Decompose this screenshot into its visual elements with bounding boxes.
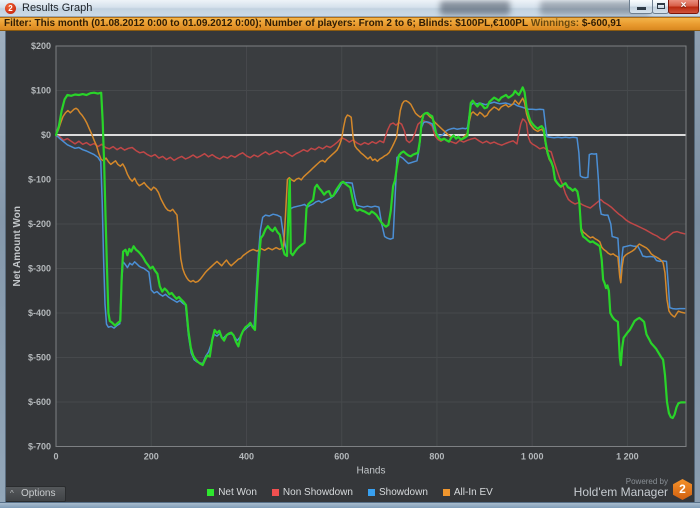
net-won-swatch-icon [207,489,215,496]
legend-item-net-won: Net Won [207,487,257,498]
window-title: Results Graph [22,2,93,14]
window-frame-left [0,31,6,502]
maximize-icon [657,3,665,9]
window-frame-right [694,31,700,502]
svg-text:$-100: $-100 [28,175,51,185]
svg-text:$200: $200 [31,41,51,51]
svg-text:1 200: 1 200 [616,452,639,462]
filter-bar: Filter: This month (01.08.2012 0:00 to 0… [0,17,700,31]
legend-label: Showdown [378,487,428,498]
svg-text:0: 0 [53,452,58,462]
svg-text:$-700: $-700 [28,442,51,452]
legend-item-all-in-ev: All-In EV [442,487,493,498]
results-chart-region: $200 $100 $0 $-100 $-200 $-300 $-400 $-500 $-600… [0,31,700,502]
brand-name: Hold'em Manager [573,485,668,499]
svg-text:1 000: 1 000 [521,452,544,462]
options-label: Options [21,488,56,499]
svg-text:Net Amount Won: Net Amount Won [12,206,23,287]
collapse-arrow-icon: ^ [10,489,14,498]
filter-text: Filter: This month (01.08.2012 0:00 to 0… [4,18,529,29]
svg-text:$0: $0 [41,130,51,140]
svg-text:600: 600 [334,452,349,462]
svg-text:$-500: $-500 [28,353,51,363]
legend-label: All-In EV [453,487,493,498]
svg-text:Hands: Hands [357,466,386,477]
showdown-swatch-icon [367,489,375,496]
close-button[interactable]: × [668,0,699,14]
powered-by-block: Powered by Hold'em Manager [574,477,668,499]
svg-text:200: 200 [144,452,159,462]
legend-label: Non Showdown [282,487,353,498]
window-frame-bottom [0,502,700,508]
svg-text:$-600: $-600 [28,397,51,407]
results-graph-plot: $200 $100 $0 $-100 $-200 $-300 $-400 $-500 $-600… [12,41,687,477]
svg-text:$100: $100 [31,86,51,96]
close-icon: × [680,0,687,11]
all-in-ev-swatch-icon [442,489,450,496]
options-button[interactable]: ^ Options [4,486,66,502]
winnings-label: Winnings: [528,18,582,29]
legend-item-showdown: Showdown [367,487,428,498]
winnings-value: $-600,91 [581,18,622,29]
title-bar[interactable]: 2 Results Graph [0,0,700,17]
maximize-button[interactable] [652,0,669,14]
minimize-icon [637,7,646,10]
svg-text:$-300: $-300 [28,264,51,274]
svg-text:$-200: $-200 [28,219,51,229]
legend-item-non-showdown: Non Showdown [271,487,353,498]
window-controls: × [629,0,699,14]
svg-text:400: 400 [239,452,254,462]
legend-label: Net Won [218,487,257,498]
titlebar-glass-reflection [440,1,510,15]
minimize-button[interactable] [629,0,653,14]
svg-text:$-400: $-400 [28,308,51,318]
svg-text:800: 800 [429,452,444,462]
app-icon: 2 [5,3,16,14]
non-showdown-swatch-icon [271,489,279,496]
